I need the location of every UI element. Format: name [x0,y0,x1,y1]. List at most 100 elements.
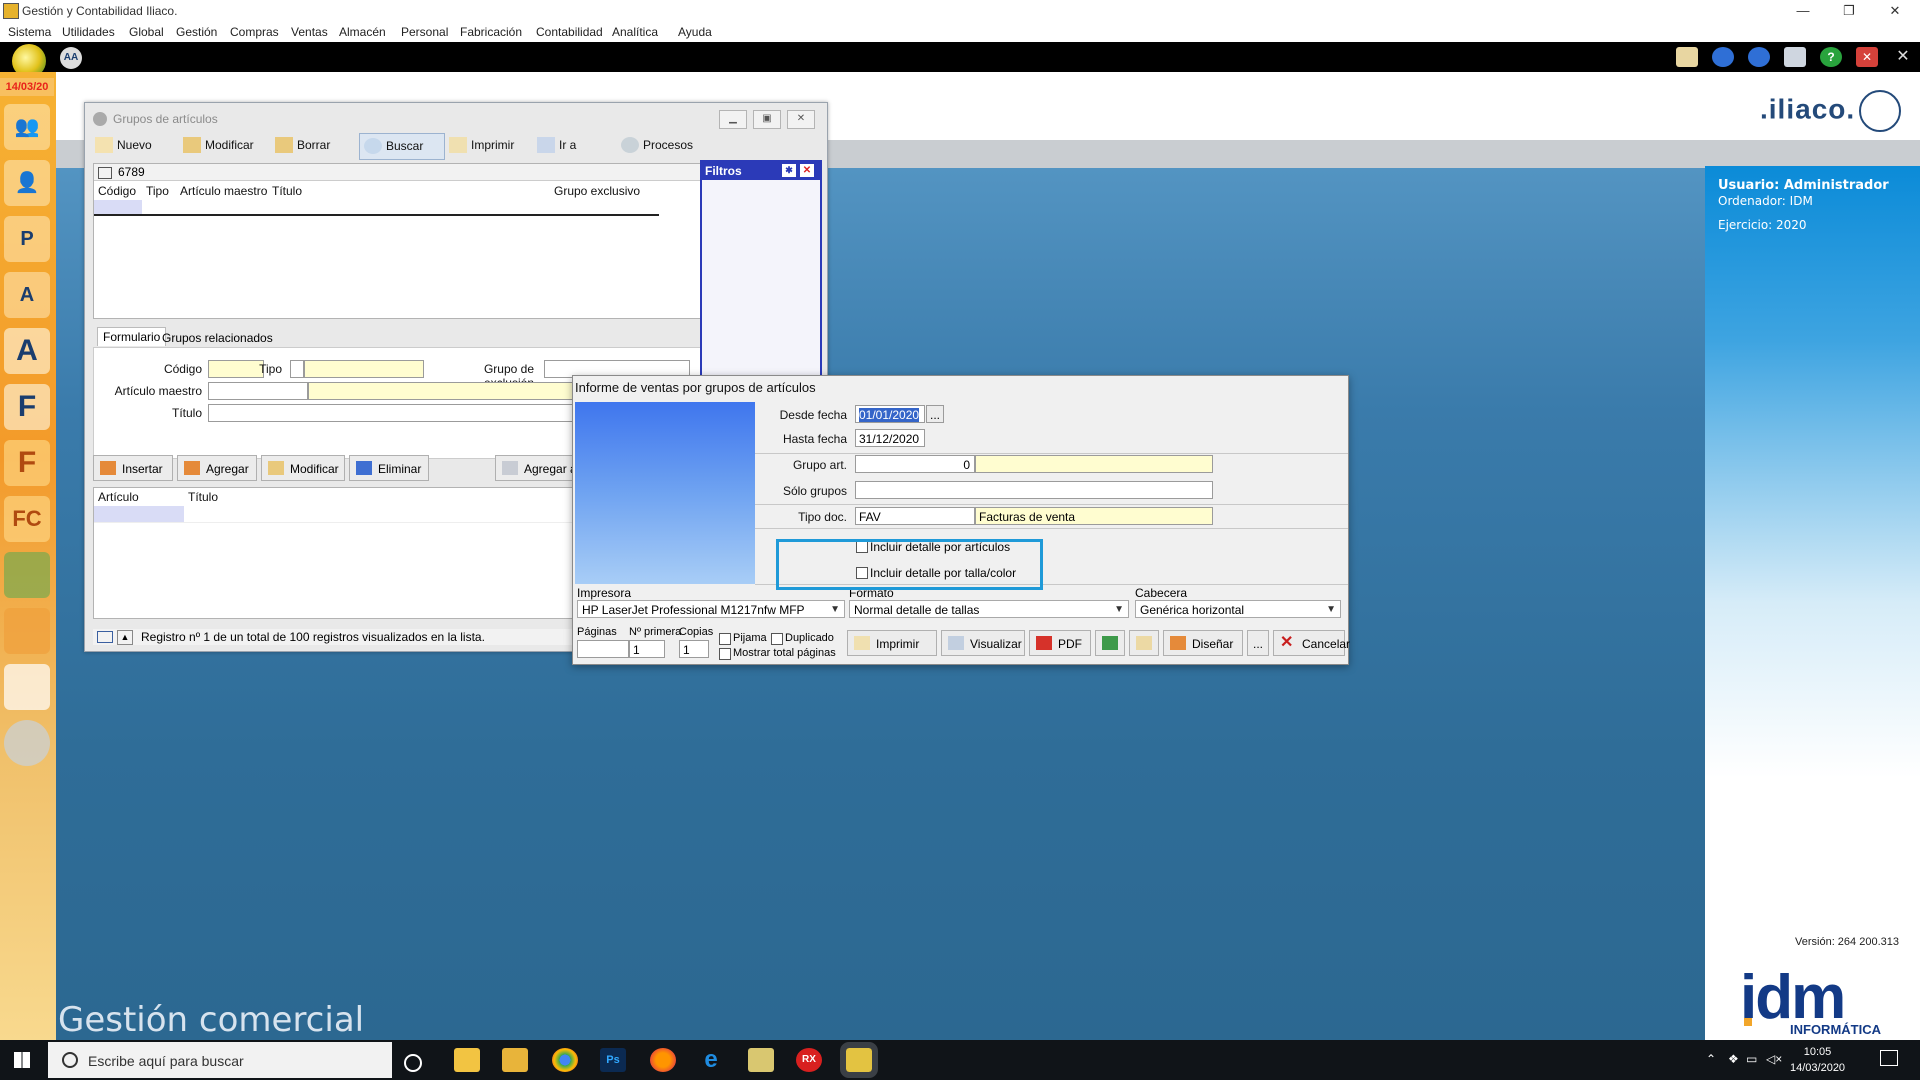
borrar-button[interactable]: Borrar [271,133,359,158]
pin-icon[interactable]: ✱ [782,164,796,177]
agregar-button[interactable]: Agregar [177,455,257,481]
ledger-icon[interactable] [4,664,50,710]
tipo-desc-input[interactable] [304,360,424,378]
taskbar-search-input[interactable]: Escribe aquí para buscar [48,1042,392,1078]
menu-personal[interactable]: Personal [401,25,448,39]
volume-muted-icon[interactable]: ◁× [1766,1052,1782,1066]
insertar-button[interactable]: Insertar [93,455,173,481]
more-options-button[interactable]: ... [1247,630,1269,656]
dropbox-icon[interactable]: ❖ [1728,1052,1739,1066]
cabecera-select[interactable]: Genérica horizontal ▼ [1135,600,1341,618]
imprimir-button[interactable]: Imprimir [445,133,541,158]
file-explorer-folder-icon[interactable] [454,1048,480,1072]
menu-utilidades[interactable]: Utilidades [62,25,115,39]
buscar-button[interactable]: Buscar [359,133,445,160]
menu-fabricacion[interactable]: Fabricación [460,25,522,39]
firefox-icon[interactable] [650,1048,676,1072]
provider-user-icon[interactable]: P [4,216,50,262]
cancelar-button[interactable]: ✕ Cancelar [1273,630,1350,656]
visualizar-button[interactable]: Visualizar [941,630,1025,656]
date-picker-button[interactable]: ... [926,405,944,423]
eliminar-button[interactable]: Eliminar [349,455,429,481]
menu-almacen[interactable]: Almacén [339,25,386,39]
menu-global[interactable]: Global [129,25,164,39]
chrome-icon[interactable] [552,1048,578,1072]
network-icon[interactable]: ▭ [1746,1052,1757,1066]
col-codigo[interactable]: Código [98,184,136,198]
excel-button[interactable] [1095,630,1125,656]
grupos-minimize-button[interactable]: ▁ [719,110,747,129]
tab-grupos-relacionados[interactable]: Grupos relacionados [157,329,278,347]
menu-analitica[interactable]: Analítica [612,25,658,39]
tipo-doc-code-input[interactable]: FAV [855,507,975,525]
impresora-select[interactable]: HP LaserJet Professional M1217nfw MFP ▼ [577,600,845,618]
rx-icon[interactable]: RX [796,1048,822,1072]
menu-sistema[interactable]: Sistema [8,25,51,39]
collapse-icon[interactable]: ▲ [117,630,133,645]
filtros-close-icon[interactable]: ✕ [800,164,814,177]
menu-ayuda[interactable]: Ayuda [678,25,712,39]
taskbar-clock[interactable]: 10:05 14/03/2020 [1790,1044,1845,1076]
dlg-imprimir-button[interactable]: Imprimir [847,630,937,656]
tab-formulario[interactable]: Formulario [97,327,167,346]
articles-icon[interactable]: A [4,328,50,374]
app-icon[interactable] [748,1048,774,1072]
pijama-checkbox[interactable] [719,633,731,645]
menu-contabilidad[interactable]: Contabilidad [536,25,603,39]
sub-modificar-button[interactable]: Modificar [261,455,345,481]
edge-icon[interactable]: e [698,1048,724,1072]
purchase-invoices-icon[interactable]: F [4,440,50,486]
disenar-button[interactable]: Diseñar [1163,630,1243,656]
back-arrow-icon[interactable] [1712,47,1734,67]
fc-icon[interactable]: FC [4,496,50,542]
procesos-button[interactable]: Procesos [617,133,717,158]
mail-icon[interactable] [1676,47,1698,67]
invoices-icon[interactable]: F [4,384,50,430]
photoshop-icon[interactable]: Ps [600,1048,626,1072]
list-icon[interactable] [97,631,113,643]
email-button[interactable] [1129,630,1159,656]
notifications-icon[interactable] [1880,1050,1898,1066]
paginas-input[interactable] [577,640,629,658]
file-explorer-icon[interactable] [502,1048,528,1072]
close-all-icon[interactable]: ✕ [1892,47,1914,67]
tipo-code-input[interactable] [290,360,304,378]
grupos-maximize-button[interactable]: ▣ [753,110,781,129]
nprimera-input[interactable]: 1 [629,640,665,658]
ir-a-button[interactable]: Ir a [533,133,607,158]
aa-icon[interactable]: AA [60,47,82,69]
restore-button[interactable]: ❐ [1826,0,1872,22]
grupo-art-input[interactable]: 0 [855,455,975,473]
agent-user-icon[interactable]: A [4,272,50,318]
green-book-icon[interactable] [4,552,50,598]
table-row[interactable] [94,200,659,216]
user-icon[interactable]: 👤 [4,160,50,206]
forward-arrow-icon[interactable] [1748,47,1770,67]
col-titulo[interactable]: Título [272,184,302,198]
modificar-button[interactable]: Modificar [179,133,285,158]
titulo-input[interactable] [208,404,578,422]
help-icon[interactable]: ? [1820,47,1842,67]
windows-start-icon[interactable] [14,1052,30,1068]
clients-group-icon[interactable]: 👥 [4,104,50,150]
settings-disk-icon[interactable] [4,720,50,766]
menu-compras[interactable]: Compras [230,25,279,39]
copias-input[interactable]: 1 [679,640,709,658]
mostrar-total-checkbox[interactable] [719,648,731,660]
col-tipo[interactable]: Tipo [146,184,169,198]
agregar-a-button[interactable]: Agregar a [495,455,581,481]
pdf-button[interactable]: PDF [1029,630,1091,656]
articulo-maestro-input[interactable] [208,382,308,400]
iliaco-app-icon[interactable] [840,1042,878,1078]
formato-select[interactable]: Normal detalle de tallas ▼ [849,600,1129,618]
close-button[interactable]: ✕ [1872,0,1918,22]
solo-grupos-input[interactable] [855,481,1213,499]
grupos-close-button[interactable]: ✕ [787,110,815,129]
nuevo-button[interactable]: Nuevo [91,133,179,158]
col-grupo-exclusivo[interactable]: Grupo exclusivo [554,184,640,198]
system-tray-chevron-icon[interactable]: ⌃ [1706,1052,1716,1066]
duplicado-checkbox[interactable] [771,633,783,645]
minimize-button[interactable]: — [1780,0,1826,22]
orange-book-icon[interactable] [4,608,50,654]
col-articulo-maestro[interactable]: Artículo maestro [180,184,267,198]
